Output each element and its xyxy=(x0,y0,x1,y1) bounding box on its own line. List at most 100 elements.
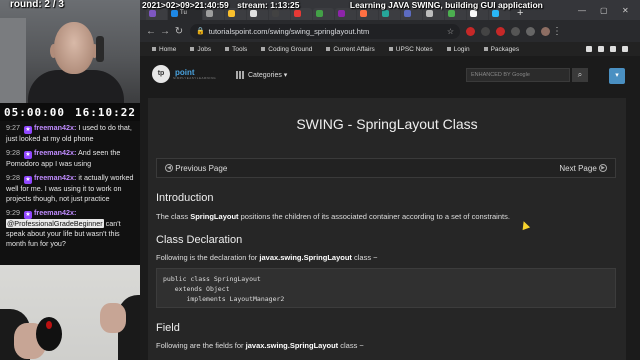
lock-icon: 🔒 xyxy=(196,28,205,35)
favicon-icon xyxy=(294,10,301,17)
subscriber-badge-icon: ★ xyxy=(24,126,32,134)
facebook-icon[interactable] xyxy=(586,46,592,52)
nav-login[interactable]: Login xyxy=(446,45,470,53)
menu-kebab-icon[interactable]: ⋮ xyxy=(550,26,564,37)
code-block: public class SpringLayout extends Object… xyxy=(156,268,616,308)
favicon-icon xyxy=(206,10,213,17)
chat-username[interactable]: freeman42x: xyxy=(34,123,76,132)
nav-upsc-notes[interactable]: UPSC Notes xyxy=(388,46,433,53)
text-run: positions the children of its associated… xyxy=(238,212,510,221)
login-icon xyxy=(446,47,451,51)
next-page-link[interactable]: Next Page ▶ xyxy=(559,164,607,173)
arrow-right-icon: ▶ xyxy=(599,164,607,172)
chat-username[interactable]: freeman42x: xyxy=(34,208,76,217)
jobs-icon xyxy=(190,47,195,51)
subscriber-badge-icon: ★ xyxy=(24,176,32,184)
extension-red-icon[interactable] xyxy=(496,26,505,36)
extension-icon[interactable] xyxy=(526,26,535,36)
favicon-icon xyxy=(426,10,433,17)
tools-icon xyxy=(225,47,230,51)
search-input[interactable]: ENHANCED BY Google xyxy=(466,68,570,82)
next-label: Next Page xyxy=(559,163,597,173)
nav-packages[interactable]: Packages xyxy=(483,46,519,53)
favicon-icon xyxy=(492,10,499,17)
text-bold: javax.swing.SpringLayout xyxy=(259,253,352,262)
pomodoro-timer: 05:00:00 xyxy=(4,105,65,119)
news-icon xyxy=(326,47,331,51)
tab-strip: Tu + — ▢ ✕ 2021>02>09>21:40:59 stream: 1… xyxy=(140,0,640,20)
logo-name: point xyxy=(175,67,195,77)
heading-class-declaration: Class Declaration xyxy=(156,234,243,246)
elapsed-timer: 16:10:22 xyxy=(75,105,136,119)
chat-time: 9:28 xyxy=(6,148,20,157)
favicon-icon xyxy=(149,10,156,17)
text-run: Following are the fields for xyxy=(156,341,246,350)
back-icon[interactable]: ← xyxy=(144,26,158,37)
nav-tools[interactable]: Tools xyxy=(225,46,247,53)
text-run: Following is the declaration for xyxy=(156,253,260,262)
favicon-icon xyxy=(316,10,323,17)
heading-introduction: Introduction xyxy=(156,192,214,204)
twitter-icon[interactable] xyxy=(598,46,604,52)
chat-message: 9:27 ★ freeman42x: I used to do that, jus… xyxy=(6,123,134,144)
address-bar[interactable]: 🔒 tutorialspoint.com/swing/swing_springl… xyxy=(190,23,460,39)
chat-username[interactable]: freeman42x: xyxy=(34,173,76,182)
nav-home[interactable]: Home xyxy=(152,46,176,53)
search-icon[interactable]: ⌕ xyxy=(572,68,588,82)
nav-label: Login xyxy=(453,45,470,53)
reload-icon[interactable]: ↻ xyxy=(172,26,186,37)
page-title: SWING - SpringLayout Class xyxy=(296,116,478,132)
favicon-icon xyxy=(448,10,455,17)
chat-panel: 9:27 ★ freeman42x: I used to do that, jus… xyxy=(0,121,140,265)
packages-icon xyxy=(483,47,488,51)
round-counter: round: 2 / 3 xyxy=(10,0,64,10)
favicon-icon xyxy=(382,10,389,17)
arrow-left-icon: ◀ xyxy=(165,164,173,172)
chat-mention[interactable]: @ProfessionalGradeBeginner xyxy=(6,219,104,228)
notes-icon xyxy=(388,47,393,51)
stream-info-overlay: 2021>02>09>21:40:59 stream: 1:13:25 Lear… xyxy=(140,0,640,11)
timer-bar: 05:00:00 16:10:22 xyxy=(0,103,140,121)
subscriber-badge-icon: ★ xyxy=(24,211,32,219)
text-bold: SpringLayout xyxy=(190,212,239,221)
overlay-stream-title: Learning JAVA SWING, building GUI applic… xyxy=(349,0,543,10)
previous-page-link[interactable]: ◀ Previous Page xyxy=(165,164,227,173)
categories-label: Categories ▾ xyxy=(248,72,288,79)
nav-jobs[interactable]: Jobs xyxy=(190,46,211,53)
nav-coding-ground[interactable]: Coding Ground xyxy=(261,46,312,53)
youtube-icon[interactable] xyxy=(622,46,628,52)
headset-cable xyxy=(96,36,104,62)
text-run: The class xyxy=(156,212,191,221)
chat-time: 9:27 xyxy=(6,123,20,132)
favicon-icon xyxy=(171,10,178,17)
favicon-icon xyxy=(360,10,367,17)
nav-label: Jobs xyxy=(197,45,212,53)
url-text[interactable]: tutorialspoint.com/swing/swing_springlay… xyxy=(209,27,370,36)
forward-icon[interactable]: → xyxy=(158,26,172,37)
text-bold: javax.swing.SpringLayout xyxy=(245,341,339,350)
menu-toggle-button[interactable]: ▾ xyxy=(609,68,625,84)
chat-username[interactable]: freeman42x: xyxy=(34,148,76,157)
mouse-wheel xyxy=(46,321,52,329)
webcam-desk-view xyxy=(0,265,140,360)
categories-menu[interactable]: Categories ▾ xyxy=(236,71,287,79)
site-top-nav: Home Jobs Tools Coding Ground Current Af… xyxy=(140,42,640,56)
profile-avatar[interactable] xyxy=(541,26,550,36)
chat-time: 9:29 xyxy=(6,208,20,217)
decl-paragraph: Following is the declaration for javax.s… xyxy=(156,253,616,263)
favicon-icon xyxy=(404,10,411,17)
subscriber-badge-icon: ★ xyxy=(24,151,32,159)
logo-tagline: SIMPLYEASYLEARNING xyxy=(173,75,217,80)
extension-icon[interactable] xyxy=(481,26,490,36)
linkedin-icon[interactable] xyxy=(610,46,616,52)
site-logo[interactable]: tp point SIMPLYEASYLEARNING xyxy=(152,65,216,83)
intro-paragraph: The class SpringLayout positions the chi… xyxy=(156,212,616,222)
extension-abp-icon[interactable] xyxy=(466,26,475,36)
extension-icon[interactable] xyxy=(511,26,520,36)
nav-current-affairs[interactable]: Current Affairs xyxy=(326,46,375,53)
overlay-uptime: stream: 1:13:25 xyxy=(237,0,300,10)
nav-label: Home xyxy=(159,45,177,53)
bookmark-star-icon[interactable]: ☆ xyxy=(447,27,454,36)
field-paragraph: Following are the fields for javax.swing… xyxy=(156,341,616,351)
text-run: class − xyxy=(351,253,378,262)
